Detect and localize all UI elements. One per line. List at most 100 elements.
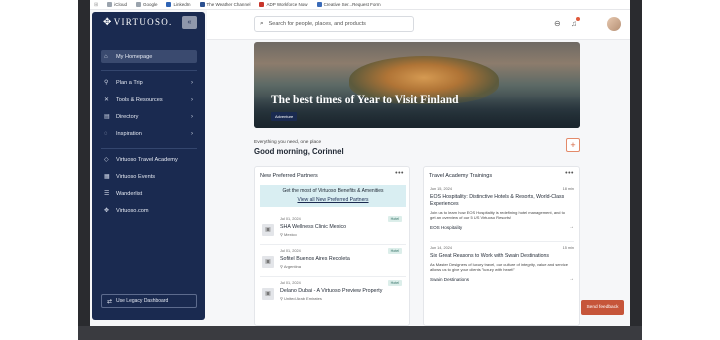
hero-banner[interactable]: The best times of Year to Visit Finland … [254,42,580,128]
list-item[interactable]: Jun 14, 2024 15 min Six Great Reasons to… [430,246,574,292]
sidebar-item-tools-resources[interactable]: ✕ Tools & Resources › [101,93,197,106]
bookmark-label: LinkedIn [173,2,191,7]
training-duration: 15 min [562,246,574,250]
card-title: New Preferred Partners [260,173,318,179]
bookmark-favicon-icon [166,2,172,7]
bookmark-favicon-icon [135,2,141,7]
more-options-icon[interactable]: ••• [395,170,404,177]
top-bar: ⌕ Search for people, places, and product… [207,10,630,40]
arrow-right-icon[interactable]: → [569,224,574,230]
list-item[interactable]: Jul 01, 2024 Hotel ▣ SHA Wellness Clinic… [260,215,406,245]
pin-icon: ⚲ [104,80,109,86]
partner-location: ⚲ Mexico [280,232,297,237]
sidebar-item-label: Plan a Trip [116,79,143,86]
sidebar-item-label: Wanderlist [116,190,143,197]
hero-title[interactable]: The best times of Year to Visit Finland [271,94,459,106]
partner-location: ⚲ Argentina [280,264,301,269]
bookmark-item[interactable]: LinkedIn [166,2,191,7]
greeting-subtitle: Everything you need, one place [254,140,322,145]
virtuoso-logo[interactable]: ✥VIRTUOSO. [103,17,173,28]
list-item[interactable]: Jul 01, 2024 Hotel ▣ Sofitel Buenos Aire… [260,247,406,277]
bookmark-favicon-icon [107,2,113,7]
sidebar-item-travel-academy[interactable]: ◇ Virtuoso Travel Academy [101,153,197,166]
chevron-right-icon: › [191,113,193,120]
lightbulb-icon: ◌ [104,130,108,137]
tools-icon: ✕ [104,97,110,103]
sidebar-item-my-homepage[interactable]: ⌂ My Homepage [101,50,197,63]
help-icon[interactable]: ⊖ [554,19,561,28]
new-preferred-partners-card: New Preferred Partners ••• Get the most … [254,166,410,326]
sidebar-item-label: Tools & Resources [116,96,163,103]
bookmark-item[interactable]: iCloud [107,2,127,7]
sidebar-item-label: Virtuoso Travel Academy [116,156,178,163]
training-date: Jun 15, 2024 [430,187,452,191]
bookmark-favicon-icon [259,2,265,7]
partner-date: Jul 01, 2024 [280,249,301,253]
sidebar-item-label: My Homepage [116,53,153,60]
add-widget-button[interactable]: + [566,138,580,152]
view-all-partners-link[interactable]: View all New Preferred Partners [260,197,406,203]
partner-date: Jul 01, 2024 [280,217,301,221]
list-item[interactable]: Jul 01, 2024 Hotel ▣ Delano Dubai - A Vi… [260,279,406,309]
book-icon: ▤ [104,114,110,120]
training-title[interactable]: EOS Hospitality: Distinctive Hotels & Re… [430,194,570,207]
training-partner-link[interactable]: Swain Destinations [430,277,469,282]
hotel-icon: ▣ [262,256,274,268]
partner-name[interactable]: Delano Dubai - A Virtuoso Preview Proper… [280,288,382,294]
arrow-right-icon[interactable]: → [569,276,574,282]
sidebar-item-label: Directory [116,113,139,120]
legacy-label: Use Legacy Dashboard [116,298,169,304]
bookmark-label: The Weather Channel [206,2,251,7]
search-input[interactable]: ⌕ Search for people, places, and product… [254,16,414,32]
chevron-right-icon: › [191,130,193,137]
academy-icon: ◇ [104,157,109,163]
sidebar-item-label: Inspiration [116,130,142,137]
status-badge: Hotel [387,248,402,254]
card-title: Travel Academy Trainings [429,173,493,179]
more-options-icon[interactable]: ••• [565,170,574,177]
search-icon: ⌕ [260,20,264,27]
sidebar-item-directory[interactable]: ▤ Directory › [101,110,197,123]
sidebar-divider [101,70,197,71]
bookmark-item[interactable]: Google [135,2,157,7]
sidebar-item-virtuoso-events[interactable]: ▦ Virtuoso Events [101,170,197,183]
bookmark-favicon-icon [199,2,205,7]
home-icon: ⌂ [104,53,108,60]
plus-icon: + [570,140,576,150]
search-placeholder: Search for people, places, and products [268,21,366,27]
training-date: Jun 14, 2024 [430,246,452,250]
hero-tag: Adventure [271,112,298,121]
double-chevron-left-icon: « [187,19,192,26]
notification-dot [576,17,580,21]
training-partner-link[interactable]: EOS Hospitality [430,225,462,230]
status-badge: Hotel [387,280,402,286]
bookmark-item[interactable]: Creative Ser...Request Form [316,2,381,7]
sidebar: ✥VIRTUOSO. « ⌂ My Homepage ⚲ Plan a Trip… [92,12,205,320]
bookmark-item[interactable]: The Weather Channel [199,2,251,7]
bookmark-favicon-icon [316,2,322,7]
partner-name[interactable]: SHA Wellness Clinic Mexico [280,224,346,230]
travel-academy-trainings-card: Travel Academy Trainings ••• Jun 15, 202… [423,166,580,326]
partner-name[interactable]: Sofitel Buenos Aires Recoleta [280,256,350,262]
sidebar-item-wanderlist[interactable]: ☰ Wanderlist [101,187,197,200]
sidebar-item-inspiration[interactable]: ◌ Inspiration › [101,127,197,140]
calendar-icon: ▦ [104,174,110,180]
avatar[interactable] [607,17,621,31]
chevron-right-icon: › [191,79,193,86]
sidebar-item-plan-a-trip[interactable]: ⚲ Plan a Trip › [101,76,197,89]
send-feedback-button[interactable]: Send feedback [581,300,624,315]
bookmarks-bar: ⊞ iCloud Google LinkedIn The Weather Channe… [90,0,630,10]
swap-icon: ⇄ [107,298,113,305]
promo-title: Get the most of Virtuoso Benefits & Amen… [282,188,384,194]
training-title[interactable]: Six Great Reasons to Work with Swain Des… [430,253,570,260]
list-icon: ☰ [104,191,110,197]
sidebar-item-virtuoso-com[interactable]: ✥ Virtuoso.com [101,204,197,217]
bookmark-label: iCloud [114,2,127,7]
collapse-sidebar-button[interactable]: « [182,16,197,29]
use-legacy-dashboard-button[interactable]: ⇄ Use Legacy Dashboard [101,294,197,308]
bookmark-item[interactable]: ADP Workforce Now [259,2,308,7]
promo-banner: Get the most of Virtuoso Benefits & Amen… [260,185,406,207]
globe-icon: ✥ [104,208,110,214]
list-item[interactable]: Jun 15, 2024 18 min EOS Hospitality: Dis… [430,187,574,233]
bookmark-label: ADP Workforce Now [266,2,308,7]
